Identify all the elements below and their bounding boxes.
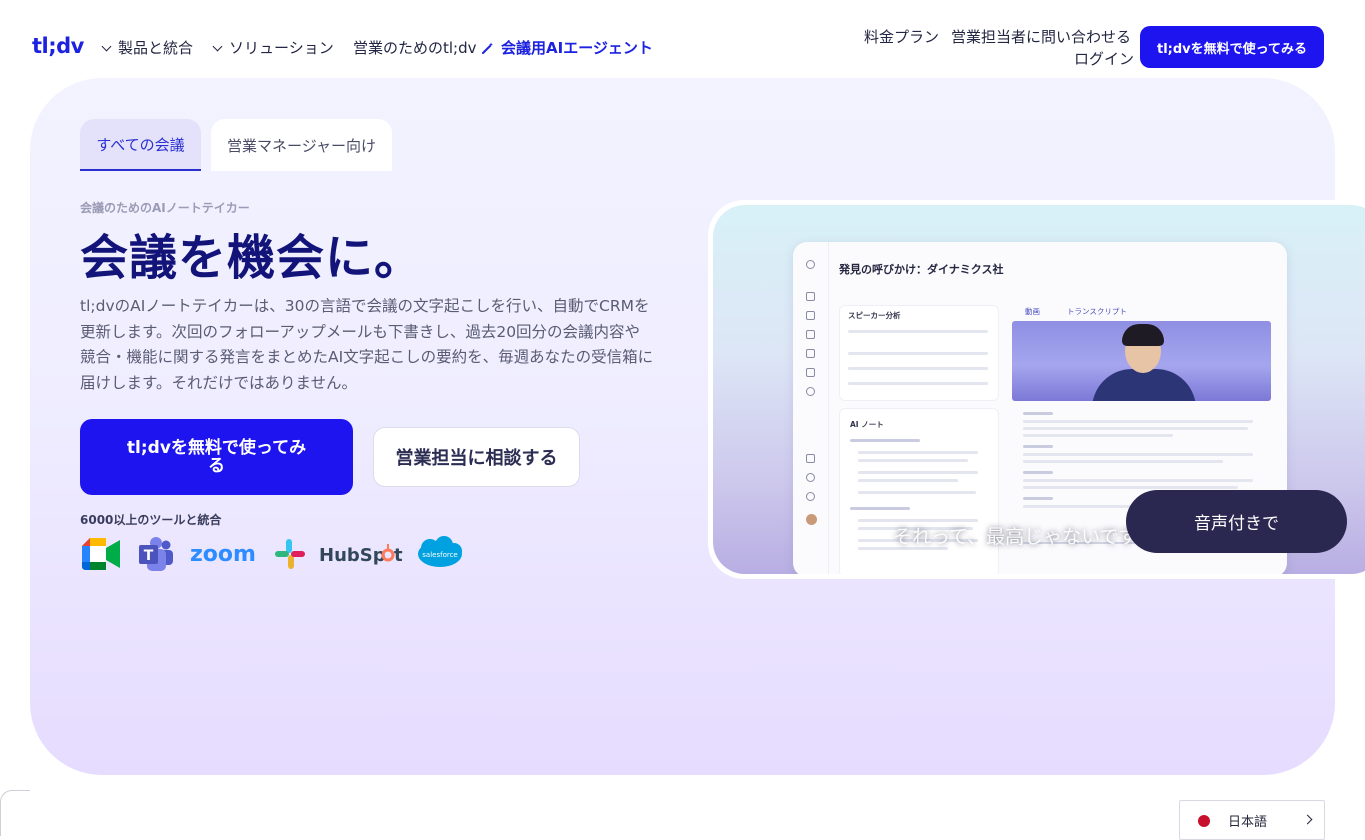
search-icon [806,260,815,269]
tab-transcript: トランスクリプト [1067,307,1127,316]
notes-line [858,491,976,494]
tab-video: 動画 [1025,307,1040,316]
transcript-line [1023,460,1223,463]
google-meet-icon[interactable] [82,538,122,570]
avatar [806,514,817,525]
speaker-card: スピーカー分析 [839,305,999,401]
app-sidebar [793,242,829,574]
play-with-audio-button[interactable]: 音声付きで [1126,490,1347,553]
hubspot-icon[interactable]: HubSp t [319,541,405,569]
person-hair [1122,324,1164,346]
calendar-icon [806,311,815,320]
slack-icon[interactable] [274,538,306,570]
user-add-icon [806,492,815,501]
try-free-button[interactable]: tl;dvを無料で使ってみる [80,419,353,495]
nav-products-label: 製品と統合 [118,39,194,57]
notes-line [858,459,968,462]
speaker-row [848,330,988,333]
pin-icon [806,387,815,396]
top-navigation: tl;dv 製品と統合 ソリューション 営業のためのtl;dv 会議用AIエージ… [0,0,1365,80]
users-icon [806,473,815,482]
svg-text:salesforce: salesforce [422,551,457,559]
speaker-card-title: スピーカー分析 [848,311,901,320]
nav-solutions[interactable]: ソリューション [212,37,334,58]
svg-text:T: T [144,548,154,564]
ai-notes-card: AI ノート [839,408,999,574]
japan-flag-icon [1198,815,1210,827]
notes-line [858,471,978,474]
transcript-line [1023,420,1253,423]
ai-notes-title: AI ノート [850,420,884,429]
tab-all-meetings[interactable]: すべての会議 [80,119,201,171]
nav-contact-sales[interactable]: 営業担当者に問い合わせる [951,26,1131,47]
transcript-speaker [1023,471,1053,474]
chevron-down-icon [212,41,223,52]
hero-headline: 会議を機会に。 [80,230,424,286]
svg-text:t: t [394,545,403,566]
notes-heading [850,507,910,510]
integrations-label: 6000以上のツールと統合 [80,513,222,527]
document-icon [806,349,815,358]
speaker-row [848,352,988,355]
magic-wand-icon [482,42,493,54]
hero-eyebrow: 会議のためのAIノートテイカー [80,201,250,215]
video-icon [806,292,815,301]
nav-login[interactable]: ログイン [1074,48,1134,69]
zoom-icon[interactable]: zoom [190,542,262,566]
transcript-speaker [1023,497,1053,500]
nav-pricing[interactable]: 料金プラン [864,26,939,47]
nav-agent[interactable]: 会議用AIエージェント [482,37,653,58]
notes-heading [850,439,920,442]
language-selector[interactable]: 日本語 [1179,800,1325,840]
svg-text:HubSp: HubSp [319,545,386,566]
meeting-title: 発見の呼びかけ：ダイナミクス社 [839,263,1004,276]
talk-to-sales-button[interactable]: 営業担当に相談する [373,427,580,487]
speaker-row [848,382,988,385]
microsoft-teams-icon[interactable]: T [138,536,174,572]
notes-line [858,479,958,482]
transcript-line [1023,486,1238,489]
speaker-row [848,367,988,370]
language-label: 日本語 [1228,815,1268,830]
grid-icon [806,368,815,377]
transcript-speaker [1023,412,1053,415]
nav-products[interactable]: 製品と統合 [101,37,194,58]
chevron-right-icon [1302,814,1313,825]
transcript-speaker [1023,445,1053,448]
hero-description: tl;dvのAIノートテイカーは、30の言語で会議の文字起こしを行い、自動でCR… [80,297,654,392]
integration-logos: T zoom HubSp t salesforce [80,534,480,574]
notes-line [858,451,978,454]
nav-solutions-label: ソリューション [229,39,334,57]
tldv-logo[interactable]: tl;dv [32,34,84,58]
nav-sales[interactable]: 営業のためのtl;dv [353,37,477,58]
transcript-line [1023,479,1253,482]
person-body [1092,369,1196,401]
svg-text:zoom: zoom [190,542,256,566]
tag-icon [806,330,815,339]
speaker-video [1012,321,1271,401]
transcript-line [1023,434,1173,437]
chevron-down-icon [101,41,112,52]
page-edge [0,790,30,836]
nav-cta-button[interactable]: tl;dvを無料で使ってみる [1140,26,1324,68]
transcript-line [1023,427,1248,430]
salesforce-icon[interactable]: salesforce [416,536,464,572]
transcript-line [1023,453,1253,456]
gift-icon [806,454,815,463]
nav-agent-label: 会議用AIエージェント [501,39,653,57]
tab-sales-managers[interactable]: 営業マネージャー向け [211,119,392,171]
